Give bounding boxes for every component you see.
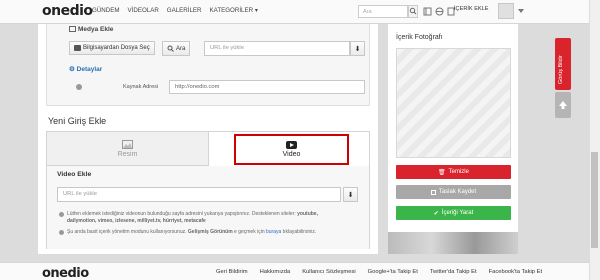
info-icon <box>59 230 64 235</box>
tab-video[interactable]: Video <box>234 134 349 165</box>
supported-sites-list: dailymotion, vimeo, izlesene, milliyet.t… <box>67 218 206 224</box>
footer-link-twitter[interactable]: Twitter'da Takip Et <box>430 269 477 275</box>
site-logo[interactable]: onedio <box>42 3 93 19</box>
sidebar: İçerik Fotoğrafı 🗑 Temizle Taslak Kaydet … <box>388 24 518 254</box>
video-form: Video Ekle URL ile yükle ⬇ Lütfen ekleme… <box>47 166 369 249</box>
footer-logo[interactable]: onedio <box>42 266 89 280</box>
nav-galeriler[interactable]: GALERİLER <box>167 7 202 14</box>
clear-label: Temizle <box>448 169 469 175</box>
nav-gundem[interactable]: GÜNDEM <box>92 7 120 14</box>
gear-icon: ⚙ <box>69 66 75 73</box>
footer: onedio Geri Bildirim Hakkımızda Kullanıc… <box>0 262 589 280</box>
clear-button[interactable]: 🗑 Temizle <box>396 165 511 179</box>
image-icon <box>69 26 76 32</box>
details-toggle[interactable]: ⚙ Detaylar <box>69 65 102 73</box>
media-panel: Medya Ekle Bilgisayardan Dosya Seç Ara U… <box>46 24 370 106</box>
save-icon <box>430 189 436 195</box>
trash-icon: 🗑 <box>438 169 446 176</box>
info-icon <box>59 212 64 217</box>
media-download-button[interactable]: ⬇ <box>350 41 365 56</box>
details-label: Detaylar <box>76 66 103 73</box>
search-icon <box>409 7 417 15</box>
source-url-input[interactable]: http://onedio.com <box>169 80 365 94</box>
upload-file-label: Bilgisayardan Dosya Seç <box>83 45 150 51</box>
scrollbar-thumb[interactable] <box>591 152 598 248</box>
globe-icon[interactable] <box>434 6 444 17</box>
search-button[interactable] <box>408 5 418 18</box>
note2-bold: Gelişmiş Görünüm <box>187 229 233 235</box>
footer-links: Geri Bildirim Hakkımızda Kullanıcı Sözle… <box>216 269 542 275</box>
nav-videolar[interactable]: VİDEOLAR <box>128 7 159 14</box>
search-input[interactable]: Ara <box>358 5 408 18</box>
tab-image[interactable]: Resim <box>47 132 209 166</box>
video-url-input[interactable]: URL ile yükle <box>57 187 341 202</box>
camera-icon <box>74 45 81 51</box>
video-add-label: Video Ekle <box>57 171 92 178</box>
supported-sites-note: Lütfen eklemek istediğiniz videonun bulu… <box>67 211 318 217</box>
save-draft-label: Taslak Kaydet <box>438 189 477 195</box>
create-content-button[interactable]: ✔ İçeriği Yarat <box>396 206 511 220</box>
new-entry-title: Yeni Giriş Ekle <box>48 116 107 126</box>
note2-post: tıklayabilirsiniz. <box>281 229 317 235</box>
nav-kategoriler-label: KATEGORİLER <box>209 7 254 14</box>
note2-mid: e geçmek için <box>232 229 266 235</box>
sidebar-preview-image <box>388 232 518 254</box>
tab-video-label: Video <box>282 151 301 158</box>
top-bar: onedio GÜNDEM VİDEOLAR GALERİLER KATEGOR… <box>0 0 600 24</box>
tab-image-label: Resim <box>117 150 138 158</box>
note2-text: Şu anda basit içerik yönetim modunu kull… <box>67 229 188 235</box>
note1-bold: youtube, <box>297 211 318 217</box>
footer-link-about[interactable]: Hakkımızda <box>260 269 291 275</box>
source-icon <box>76 84 82 90</box>
media-search-button[interactable]: Ara <box>162 41 191 56</box>
image-icon <box>122 139 133 149</box>
download-icon: ⬇ <box>347 191 354 199</box>
footer-link-feedback[interactable]: Geri Bildirim <box>216 269 248 275</box>
content-photo-title: İçerik Fotoğrafı <box>396 34 443 41</box>
video-icon <box>286 141 297 149</box>
advanced-view-link[interactable]: buraya <box>266 229 281 235</box>
media-title-text: Medya Ekle <box>78 26 114 33</box>
footer-link-google[interactable]: Google+'ta Takip Et <box>368 269 418 275</box>
media-title: Medya Ekle <box>69 26 113 33</box>
upload-file-button[interactable]: Bilgisayardan Dosya Seç <box>69 41 155 55</box>
main-nav: GÜNDEM VİDEOLAR GALERİLER KATEGORİLER ▾ <box>92 7 258 14</box>
nav-kategoriler[interactable]: KATEGORİLER ▾ <box>210 7 258 14</box>
scroll-top-button[interactable] <box>555 92 571 118</box>
note1-text: Lütfen eklemek istediğiniz videonun bulu… <box>67 211 298 217</box>
feedback-label: Görüş Bildir <box>558 55 564 84</box>
search-icon <box>167 45 174 52</box>
footer-link-facebook[interactable]: Facebook'ta Takip Et <box>489 269 543 275</box>
media-url-input[interactable]: URL ile yükle <box>204 41 350 56</box>
media-search-label: Ara <box>176 45 186 52</box>
feedback-button[interactable]: Görüş Bildir <box>555 38 571 90</box>
footer-link-terms[interactable]: Kullanıcı Sözleşmesi <box>302 269 355 275</box>
source-label: Kaynak Adresi <box>123 84 159 90</box>
chevron-down-icon[interactable] <box>518 9 524 13</box>
check-icon: ✔ <box>433 210 439 217</box>
create-label: İçeriği Yarat <box>441 210 474 216</box>
save-draft-button[interactable]: Taslak Kaydet <box>396 185 511 199</box>
entry-tabs: Resim Video Video Ekle URL ile yükle ⬇ L… <box>46 131 370 249</box>
arrow-up-icon <box>559 101 567 109</box>
content-photo-dropzone[interactable] <box>396 48 511 158</box>
download-icon: ⬇ <box>354 45 361 53</box>
mode-note: Şu anda basit içerik yönetim modunu kull… <box>67 229 316 235</box>
notifications-icon[interactable] <box>422 6 432 17</box>
editor-panel: Medya Ekle Bilgisayardan Dosya Seç Ara U… <box>38 24 378 254</box>
video-download-button[interactable]: ⬇ <box>343 187 358 202</box>
avatar[interactable] <box>498 3 514 19</box>
add-content-button[interactable]: İÇERİK EKLE <box>454 6 489 12</box>
